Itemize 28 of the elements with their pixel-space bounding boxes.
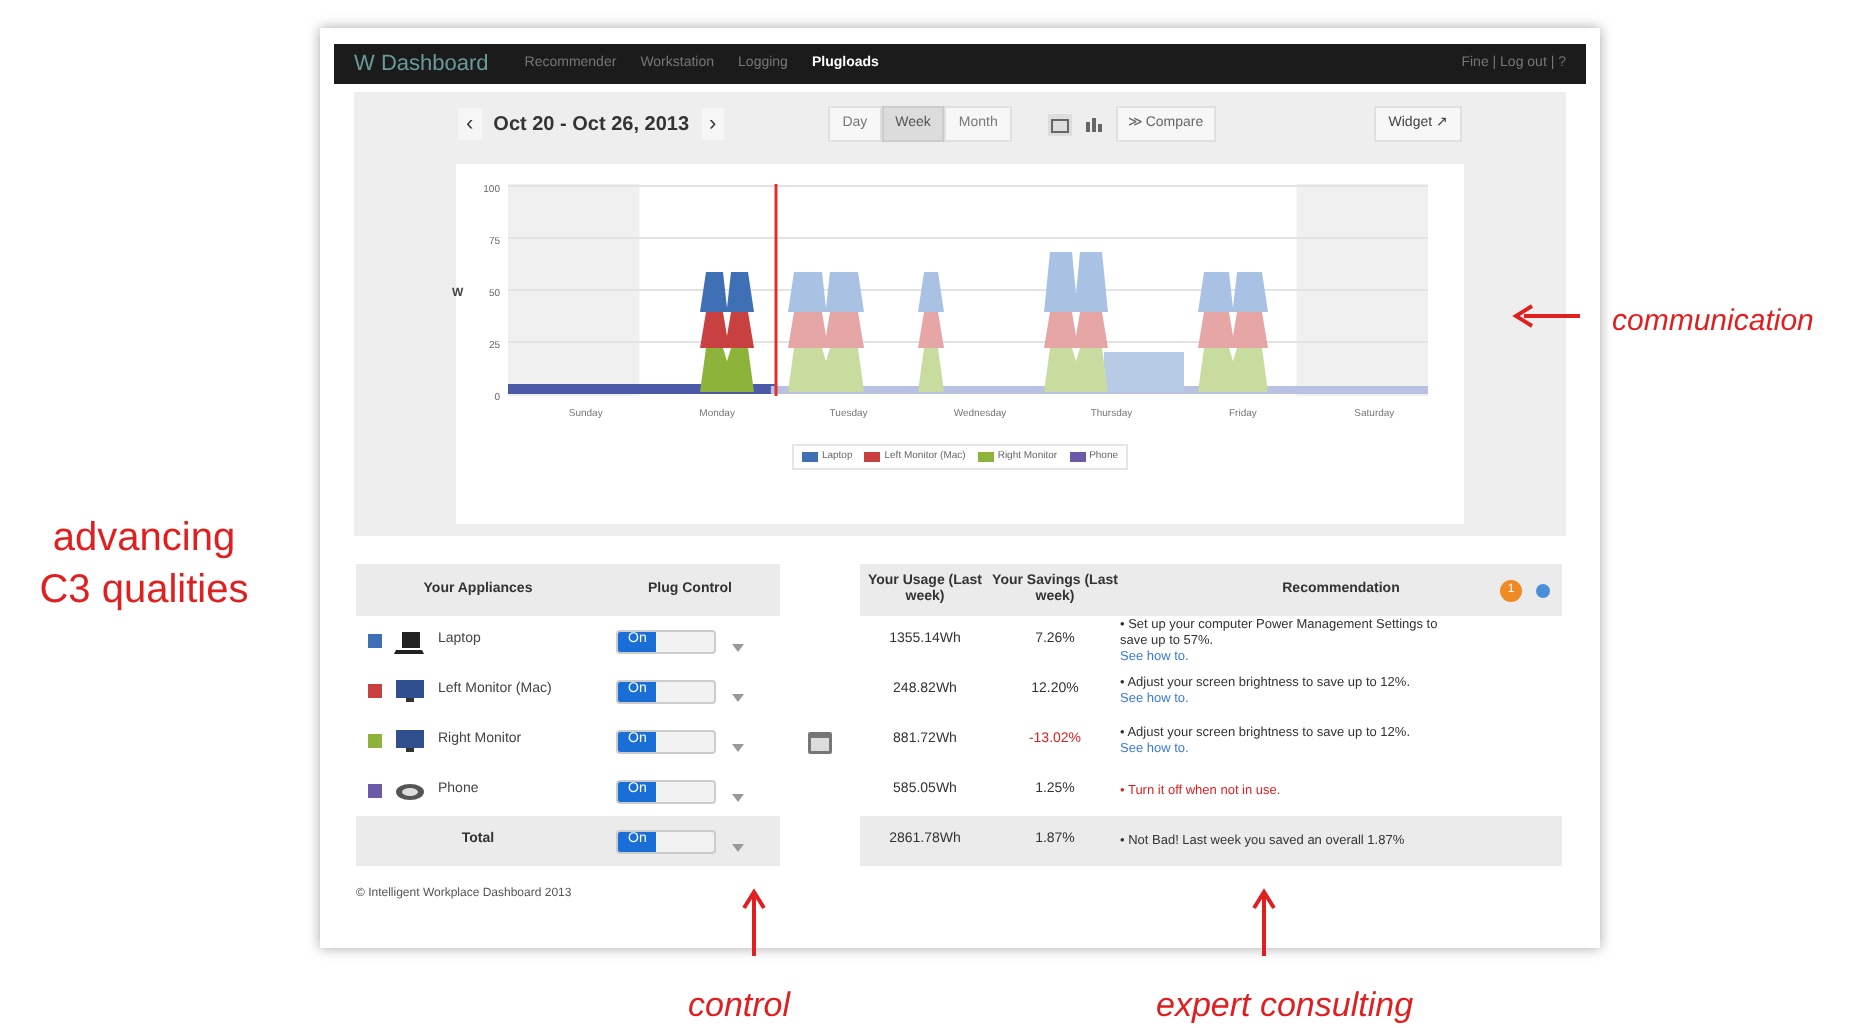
arrow-icon — [1252, 888, 1276, 956]
arrow-icon — [742, 888, 766, 956]
date-range: Oct 20 - Oct 26, 2013 — [493, 111, 690, 139]
previous-button[interactable]: ‹ — [458, 107, 482, 141]
caret-icon[interactable] — [732, 793, 744, 801]
annotation-label: expert consulting — [1156, 984, 1414, 1028]
phone-icon — [394, 781, 426, 801]
caret-icon[interactable] — [732, 643, 744, 651]
caret-icon[interactable] — [732, 743, 744, 751]
bar-chart-icon[interactable] — [1083, 114, 1104, 134]
caret-icon[interactable] — [732, 693, 744, 701]
usage-area — [788, 272, 864, 392]
calendar-icon[interactable] — [1047, 113, 1072, 135]
annotation-label: advancing C3 qualities — [37, 514, 251, 616]
annotation-label: control — [688, 984, 791, 1028]
caret-icon[interactable] — [732, 843, 744, 851]
usage-area — [918, 272, 944, 392]
usage-area — [1198, 272, 1268, 392]
calendar-icon[interactable] — [806, 727, 834, 755]
brand-logo[interactable]: W Dashboard — [354, 47, 489, 81]
help-icon[interactable] — [1536, 583, 1550, 597]
arrow-icon — [1512, 304, 1580, 328]
monitor-icon — [394, 728, 426, 754]
next-button[interactable]: › — [701, 107, 725, 141]
monitor-icon — [394, 678, 426, 704]
annotation-label: communication — [1612, 302, 1814, 342]
usage-area — [700, 272, 754, 392]
laptop-icon — [394, 629, 426, 653]
